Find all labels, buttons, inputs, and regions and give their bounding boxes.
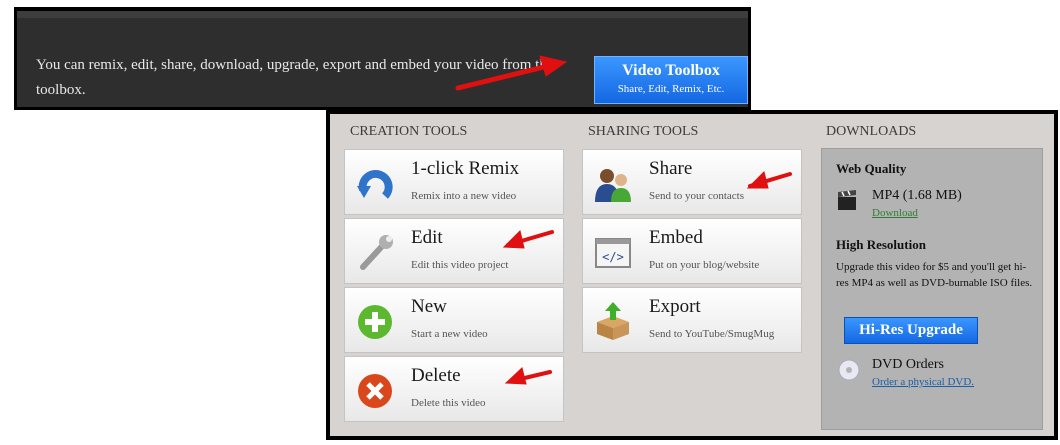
delete-tile[interactable]: Delete Delete this video [344, 356, 564, 422]
edit-label: Edit [411, 227, 443, 248]
embed-description: Put on your blog/website [649, 259, 760, 271]
remix-icon [357, 169, 393, 199]
share-description: Send to your contacts [649, 190, 745, 202]
downloads-heading: DOWNLOADS [826, 124, 917, 139]
remix-label: 1-click Remix [411, 158, 520, 179]
code-icon: </> [595, 238, 631, 268]
share-label: Share [649, 158, 693, 179]
delete-description: Delete this video [411, 397, 486, 409]
banner-inner: You can remix, edit, share, download, up… [17, 11, 748, 107]
banner-text: You can remix, edit, share, download, up… [36, 57, 554, 98]
web-quality-heading: Web Quality [836, 161, 907, 176]
delete-label: Delete [411, 365, 461, 386]
new-label: New [411, 296, 447, 317]
share-tile[interactable]: Share Send to your contacts [582, 149, 802, 215]
order-dvd-link[interactable]: Order a physical DVD. [872, 376, 974, 388]
mp4-label: MP4 (1.68 MB) [872, 188, 962, 203]
dvd-disc-icon [838, 359, 860, 381]
plus-icon [358, 305, 392, 339]
export-label: Export [649, 296, 701, 317]
remix-description: Remix into a new video [411, 190, 517, 202]
hi-res-upgrade-button[interactable]: Hi-Res Upgrade [844, 317, 978, 344]
new-description: Start a new video [411, 328, 488, 340]
new-tile[interactable]: New Start a new video [344, 287, 564, 353]
upgrade-description: Upgrade this video for $5 and you'll get… [836, 261, 1033, 289]
toolbox-panel-inner: CREATION TOOLS SHARING TOOLS DOWNLOADS 1… [330, 114, 1054, 436]
creation-tools-heading: CREATION TOOLS [350, 124, 468, 139]
contacts-icon [595, 169, 631, 202]
toolbox-banner: You can remix, edit, share, download, up… [14, 7, 751, 110]
export-description: Send to YouTube/SmugMug [649, 328, 775, 340]
film-clapper-icon [838, 190, 856, 210]
delete-icon [358, 374, 392, 408]
video-toolbox-subtitle: Share, Edit, Remix, Etc. [617, 83, 725, 95]
embed-label: Embed [649, 227, 703, 248]
edit-tile[interactable]: Edit Edit this video project [344, 218, 564, 284]
export-tile[interactable]: Export Send to YouTube/SmugMug [582, 287, 802, 353]
video-toolbox-button[interactable]: Video Toolbox Share, Edit, Remix, Etc. [594, 56, 748, 104]
wrench-icon [360, 235, 393, 270]
remix-tile[interactable]: 1-click Remix Remix into a new video [344, 149, 564, 215]
export-box-icon [597, 302, 629, 340]
edit-description: Edit this video project [411, 259, 509, 271]
toolbox-panel: CREATION TOOLS SHARING TOOLS DOWNLOADS 1… [326, 110, 1058, 440]
embed-tile[interactable]: </> Embed Put on your blog/website [582, 218, 802, 284]
high-resolution-heading: High Resolution [836, 237, 926, 252]
downloads-panel: Web Quality MP4 (1.68 MB) Download High … [821, 148, 1043, 430]
dvd-orders-heading: DVD Orders [872, 357, 944, 372]
video-toolbox-title: Video Toolbox [622, 62, 720, 79]
svg-text:</>: </> [602, 250, 624, 264]
sharing-tools-heading: SHARING TOOLS [588, 124, 699, 139]
download-link[interactable]: Download [872, 207, 918, 219]
